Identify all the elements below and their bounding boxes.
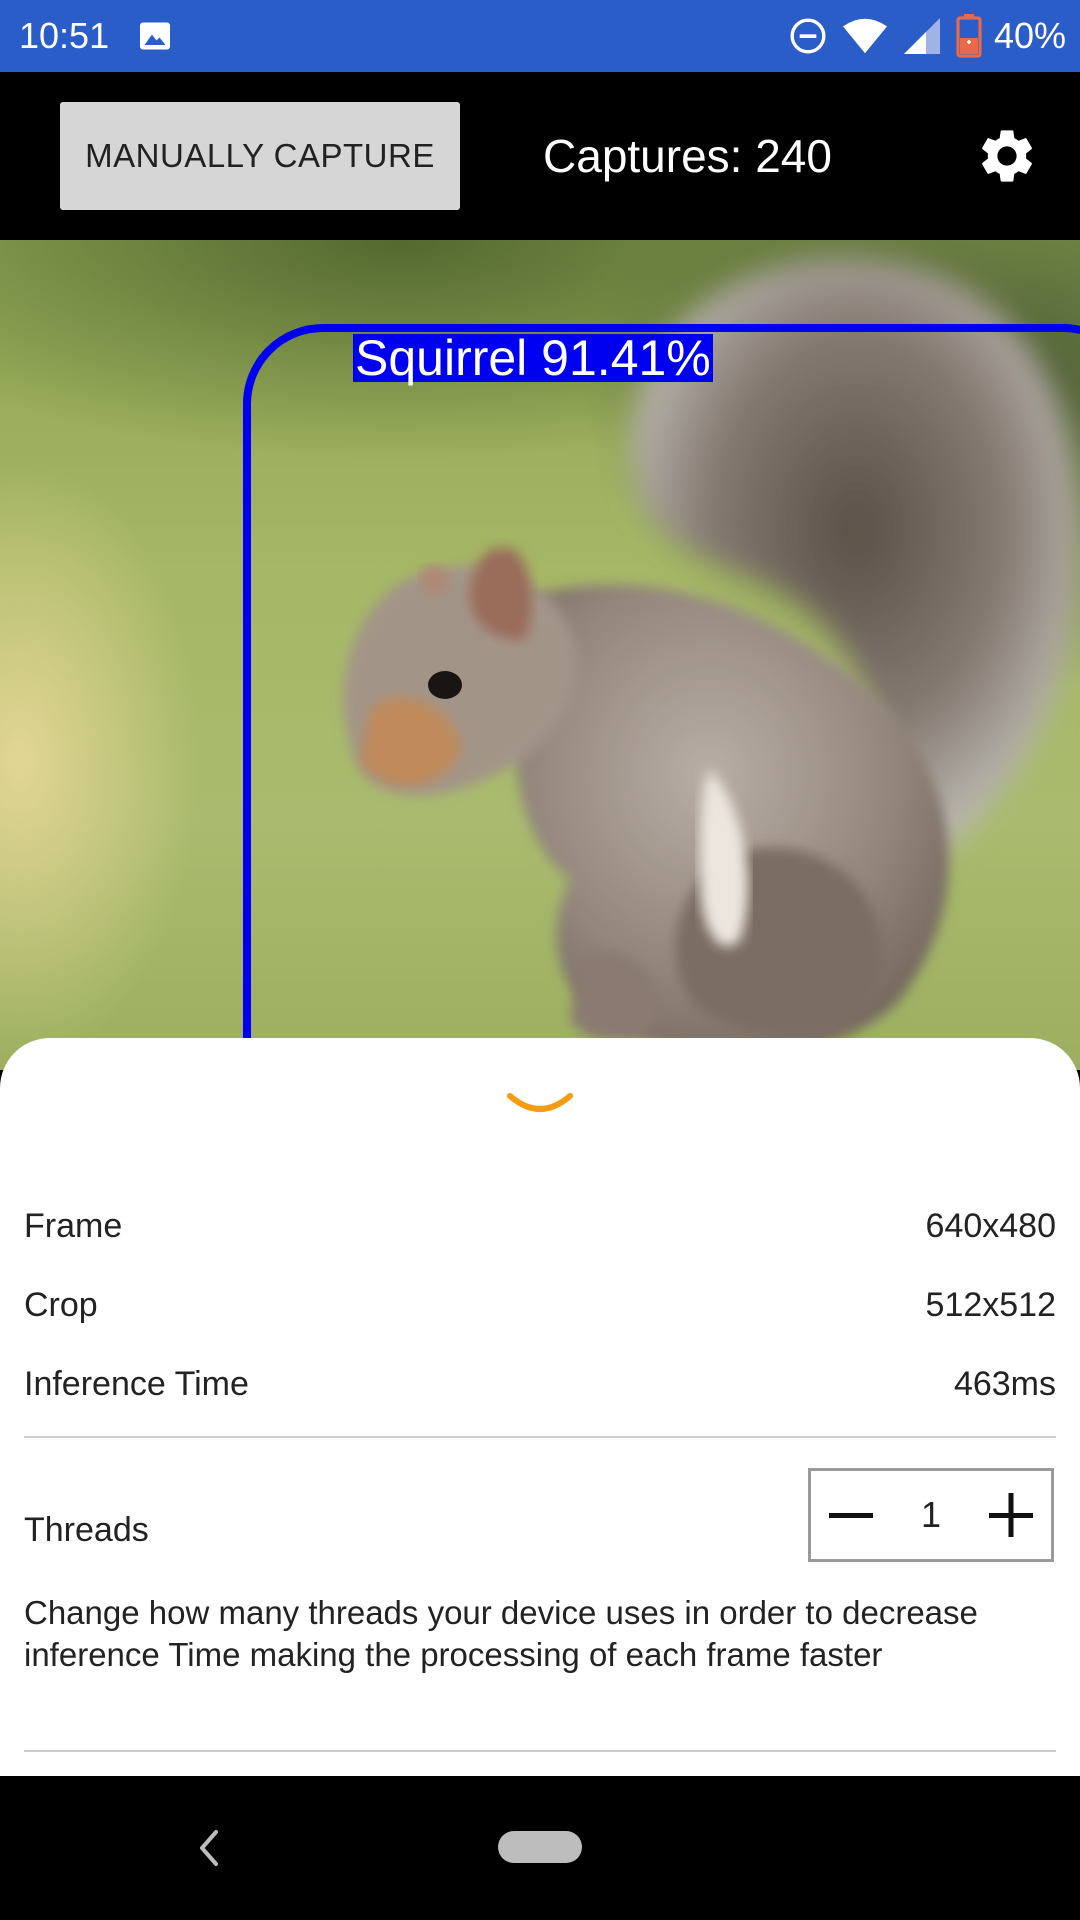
wifi-icon <box>842 18 887 54</box>
camera-preview: Squirrel 91.41% <box>0 240 1080 1070</box>
threads-description: Change how many threads your device uses… <box>24 1594 978 1673</box>
battery-icon <box>956 14 982 58</box>
threads-value: 1 <box>920 1494 942 1535</box>
signal-icon <box>903 18 940 54</box>
detection-label: Squirrel 91.41% <box>353 330 713 386</box>
gear-icon[interactable] <box>975 124 1039 188</box>
chevron-down-icon[interactable] <box>506 1088 574 1118</box>
battery-percent: 40% <box>993 15 1066 56</box>
threads-stepper: 1 <box>808 1468 1054 1562</box>
inference-time-row: Inference Time 463ms <box>24 1354 1056 1414</box>
decrease-threads-button[interactable] <box>811 1471 891 1559</box>
inference-time-label: Inference Time <box>24 1364 249 1403</box>
crop-row: Crop 512x512 <box>24 1275 1056 1335</box>
captures-count: Captures: 240 <box>543 130 832 182</box>
threads-label: Threads <box>24 1511 149 1549</box>
frame-label: Frame <box>24 1206 123 1245</box>
status-icons: 40% <box>774 14 1066 58</box>
inference-time-value: 463ms <box>953 1364 1056 1403</box>
status-time: 10:51 <box>19 15 110 56</box>
divider <box>24 1750 1056 1752</box>
detection-bounding-box <box>243 324 1080 1070</box>
status-bar: 10:51 40% <box>0 0 1080 72</box>
increase-threads-button[interactable] <box>971 1471 1051 1559</box>
crop-value: 512x512 <box>925 1285 1056 1324</box>
do-not-disturb-icon <box>790 18 826 54</box>
back-icon[interactable] <box>186 1820 230 1876</box>
navigation-bar <box>0 1776 1080 1920</box>
bottom-sheet: Frame 640x480 Crop 512x512 Inference Tim… <box>0 1038 1080 1776</box>
top-toolbar: MANUALLY CAPTURE Captures: 240 <box>0 72 1080 240</box>
frame-row: Frame 640x480 <box>24 1196 1056 1256</box>
gallery-icon <box>140 22 170 50</box>
crop-label: Crop <box>24 1285 98 1324</box>
divider <box>24 1436 1056 1438</box>
frame-value: 640x480 <box>925 1206 1056 1245</box>
plus-icon <box>989 1493 1033 1537</box>
manually-capture-button[interactable]: MANUALLY CAPTURE <box>60 102 460 210</box>
home-pill-button[interactable] <box>498 1831 582 1863</box>
minus-icon <box>829 1513 873 1518</box>
